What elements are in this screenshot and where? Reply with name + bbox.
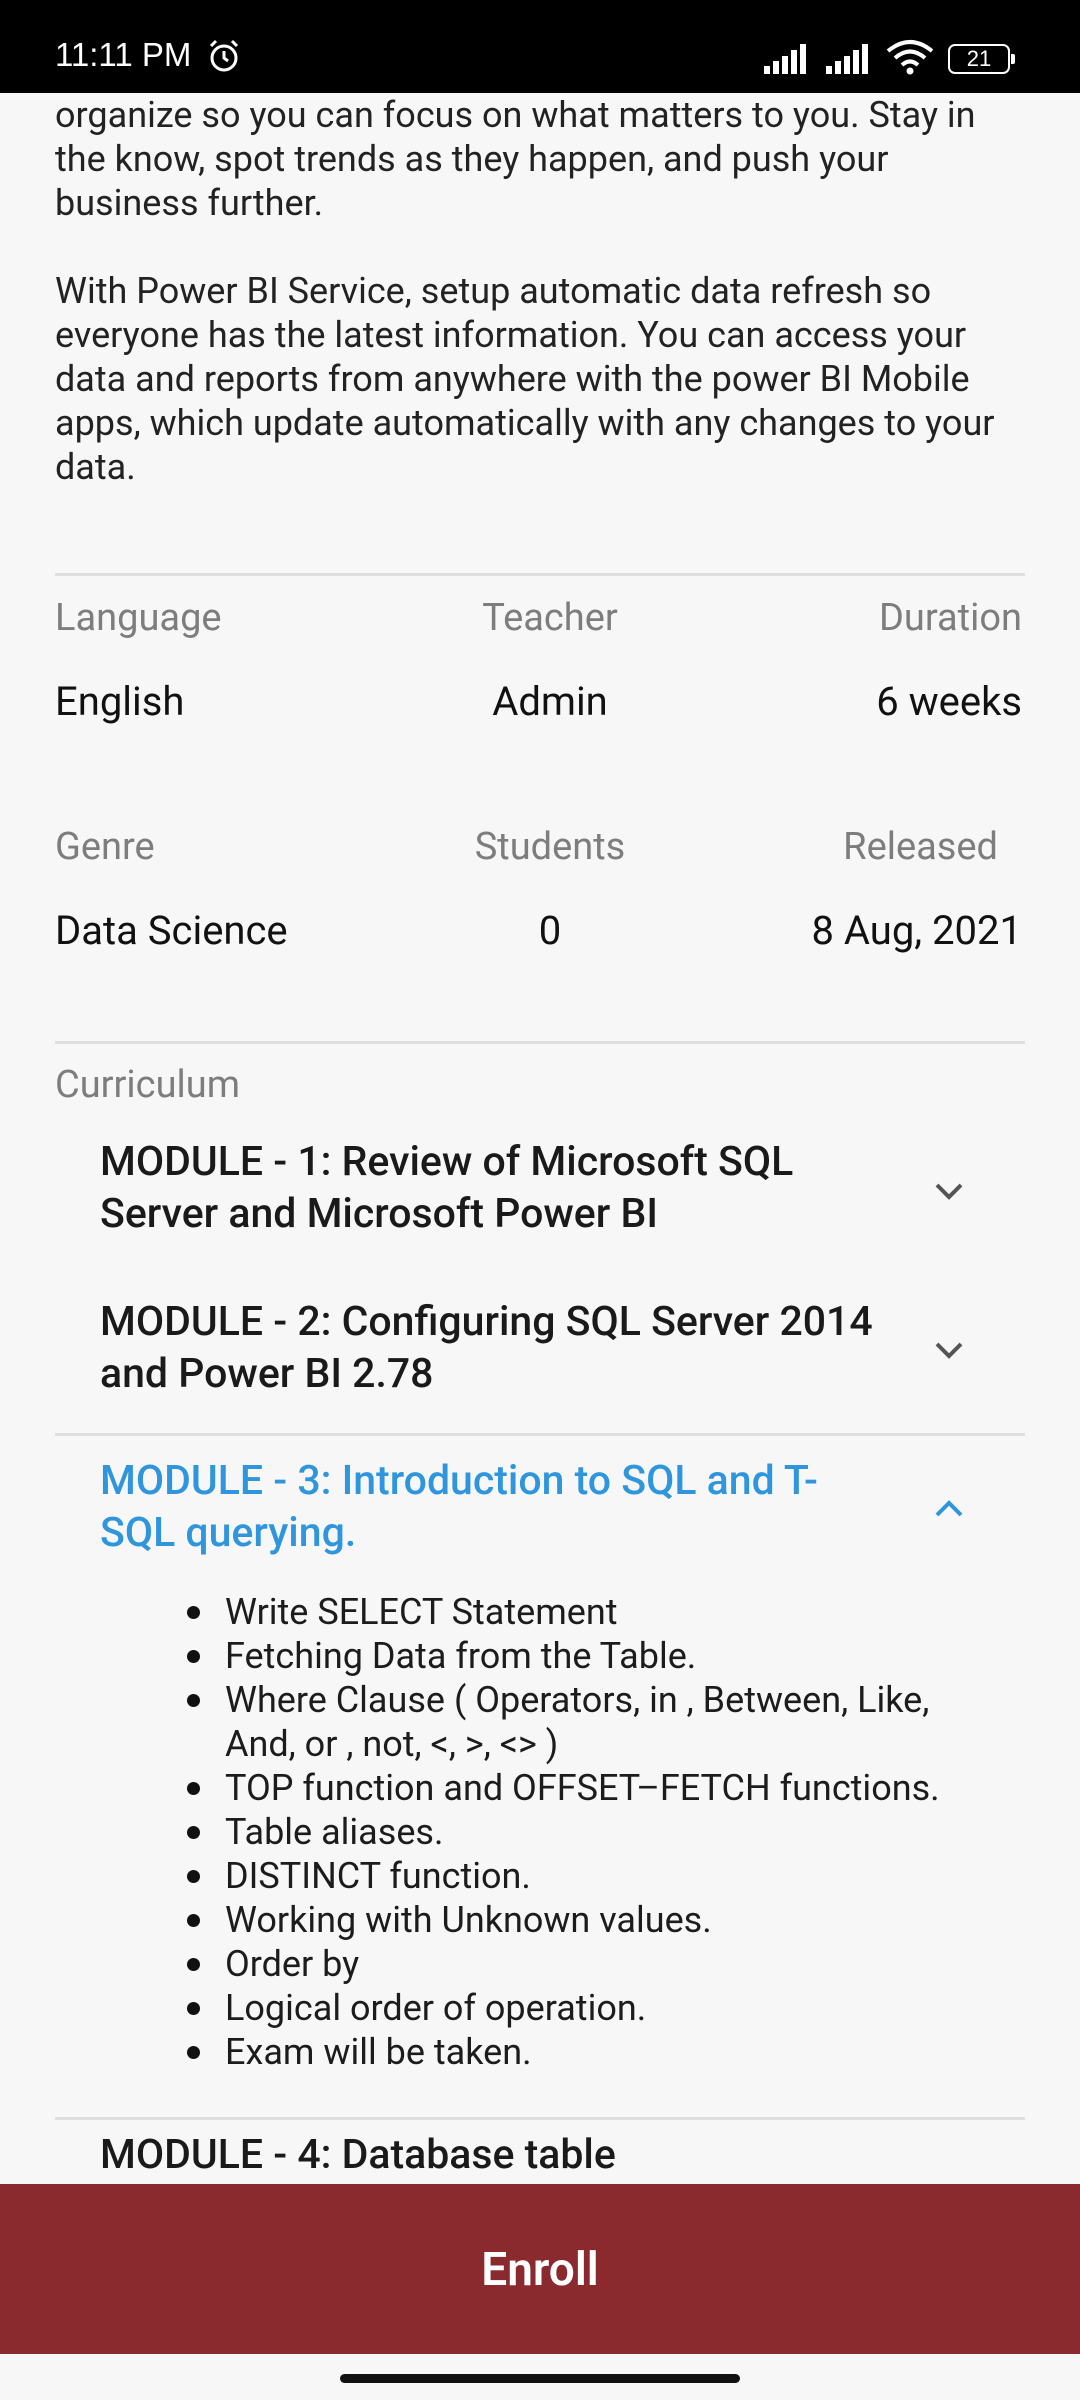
wifi-icon — [886, 40, 934, 75]
module-header-3[interactable]: MODULE - 3: Introduction to SQL and T-SQ… — [100, 1455, 890, 1559]
lesson-item: Order by — [187, 1942, 985, 1986]
released-value: 8 Aug, 2021 — [811, 907, 1022, 954]
description-paragraph: With Power BI Service, setup automatic d… — [55, 270, 995, 488]
released-label: Released — [843, 825, 998, 869]
chevron-up-icon[interactable] — [925, 1485, 973, 1533]
divider — [55, 2117, 1025, 2120]
teacher-value: Admin — [492, 678, 608, 725]
status-time: 11:11 PM — [55, 36, 192, 73]
genre-value: Data Science — [55, 907, 288, 954]
module-header-4[interactable]: MODULE - 4: Database table — [100, 2129, 890, 2181]
module-title: MODULE - 3: Introduction to SQL and T-SQ… — [100, 1457, 818, 1557]
curriculum-label: Curriculum — [55, 1063, 241, 1107]
module-header-1[interactable]: MODULE - 1: Review of Microsoft SQL Serv… — [100, 1136, 890, 1240]
language-value: English — [55, 678, 185, 725]
alarm-icon — [209, 39, 239, 72]
navigation-handle[interactable] — [340, 2374, 740, 2383]
chevron-down-icon[interactable] — [925, 1326, 973, 1374]
duration-label: Duration — [878, 596, 1022, 640]
module-lessons-list: Write SELECT Statement Fetching Data fro… — [187, 1590, 985, 2074]
description-paragraph: organize so you can focus on what matter… — [55, 94, 976, 224]
lesson-item: TOP function and OFFSET–FETCH functions. — [187, 1766, 985, 1810]
lesson-item: DISTINCT function. — [187, 1854, 985, 1898]
students-label: Students — [474, 825, 626, 869]
status-bar: 11:11 PM 21 — [0, 0, 1080, 93]
signal-icon-2 — [826, 44, 868, 74]
module-title: MODULE - 1: Review of Microsoft SQL Serv… — [100, 1138, 794, 1238]
battery-icon: 21 — [948, 44, 1015, 74]
teacher-label: Teacher — [482, 596, 618, 640]
divider — [55, 573, 1025, 576]
lesson-item: Exam will be taken. — [187, 2030, 985, 2074]
lesson-item: Logical order of operation. — [187, 1986, 985, 2030]
lesson-item: Where Clause ( Operators, in , Between, … — [187, 1678, 985, 1766]
enroll-button[interactable]: Enroll — [0, 2184, 1080, 2354]
course-details[interactable]: organize so you can focus on what matter… — [0, 93, 1080, 2184]
module-header-2[interactable]: MODULE - 2: Configuring SQL Server 2014 … — [100, 1296, 890, 1400]
signal-icon — [764, 44, 806, 74]
genre-label: Genre — [55, 825, 155, 869]
divider — [55, 1433, 1025, 1436]
lesson-item: Fetching Data from the Table. — [187, 1634, 985, 1678]
students-value: 0 — [538, 907, 562, 954]
chevron-down-icon[interactable] — [925, 1167, 973, 1215]
lesson-item: Write SELECT Statement — [187, 1590, 985, 1634]
language-label: Language — [55, 596, 222, 640]
duration-value: 6 weeks — [876, 678, 1022, 725]
divider — [55, 1041, 1025, 1044]
module-title: MODULE - 2: Configuring SQL Server 2014 … — [100, 1298, 873, 1398]
lesson-item: Table aliases. — [187, 1810, 985, 1854]
lesson-item: Working with Unknown values. — [187, 1898, 985, 1942]
module-title: MODULE - 4: Database table — [100, 2131, 616, 2179]
